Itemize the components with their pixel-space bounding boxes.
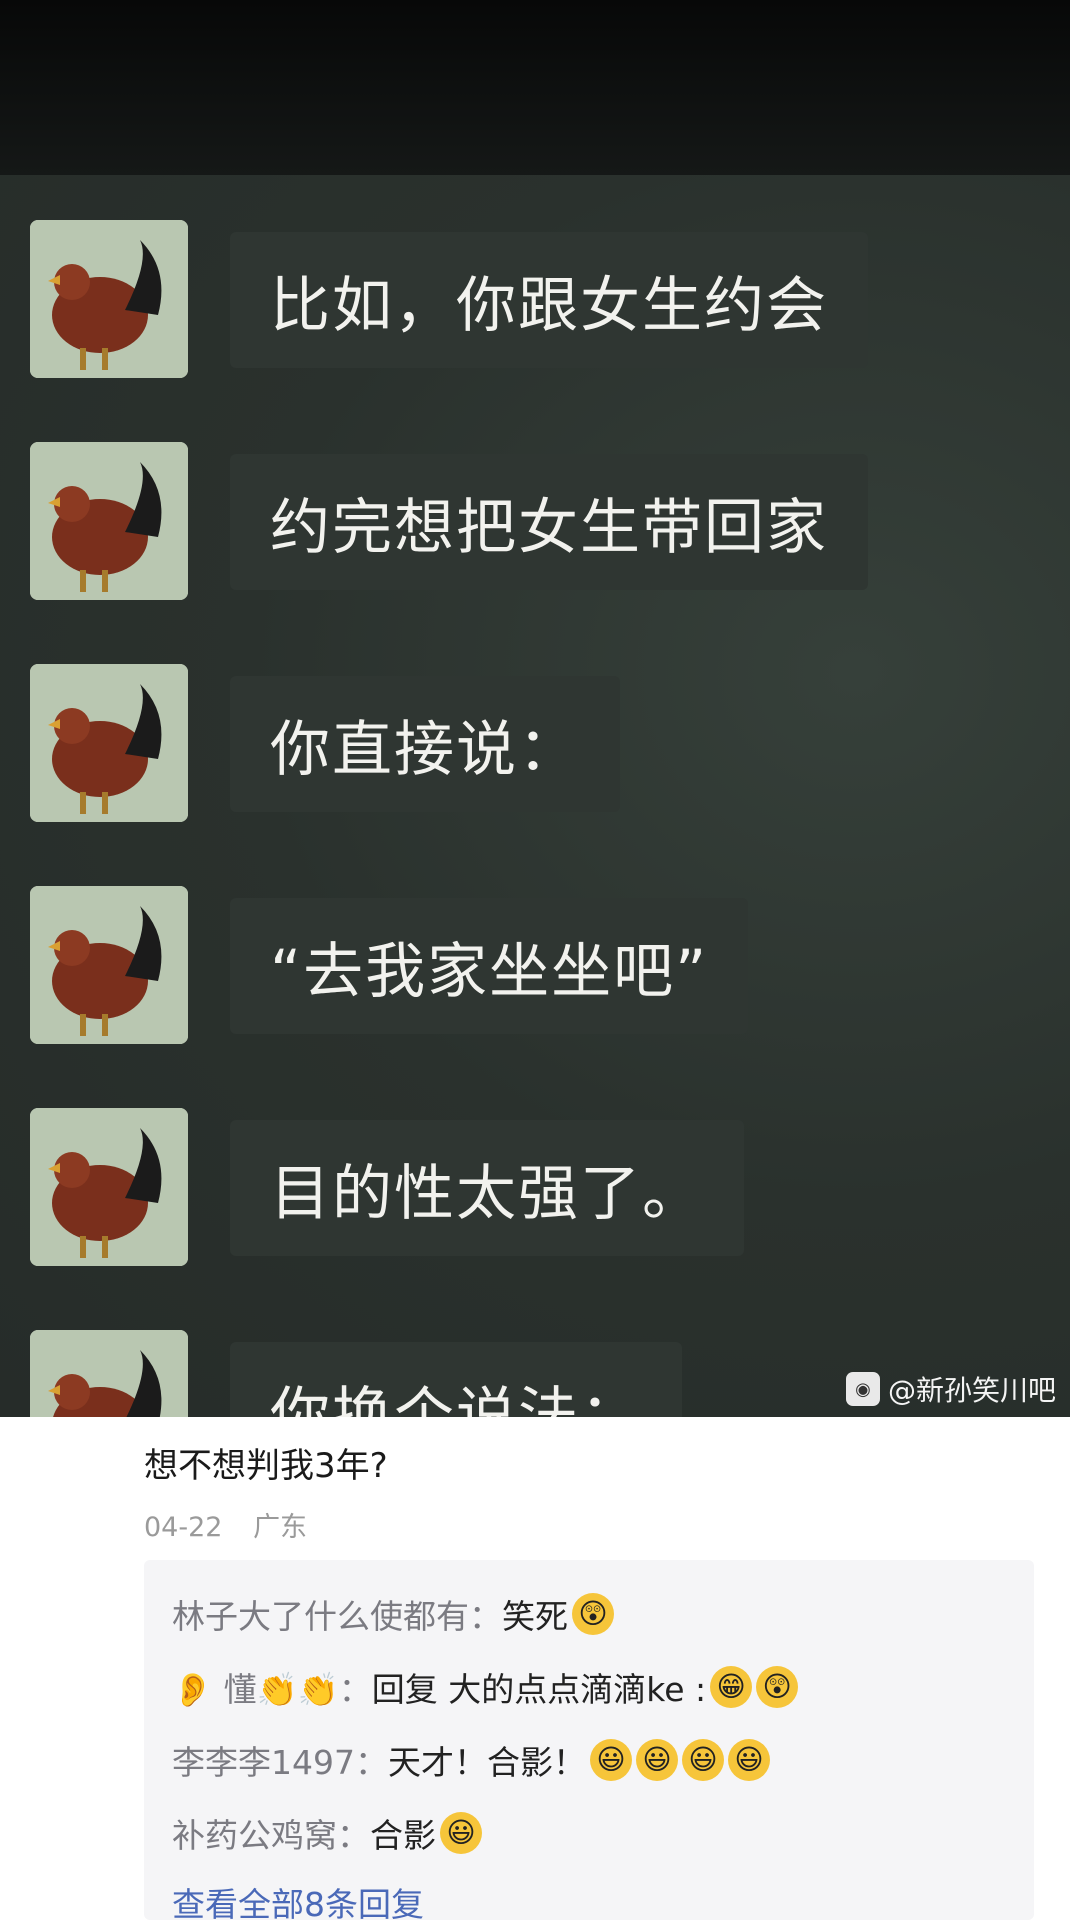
- reply-content: 笑死: [502, 1597, 568, 1636]
- comment-meta: 04-22 广东: [144, 1505, 307, 1544]
- grin-emoji: 😃: [727, 1739, 770, 1781]
- message-bubble: “去我家坐坐吧”: [230, 898, 749, 1034]
- reply-list: 林子大了什么使都有： 笑死 😲 👂 懂👏👏： 回复 大的点点滴滴ke : 😁 😲…: [144, 1560, 1034, 1924]
- rooster-avatar-icon: [30, 1330, 188, 1417]
- reply-author[interactable]: 李李李1497：: [172, 1736, 388, 1784]
- grin-emoji: 😃: [635, 1739, 678, 1781]
- reply-item[interactable]: 林子大了什么使都有： 笑死 😲: [172, 1590, 614, 1638]
- rooster-avatar-icon: [30, 664, 188, 822]
- reply-author[interactable]: 补药公鸡窝：: [172, 1809, 370, 1857]
- message-bubble: 约完想把女生带回家: [230, 454, 868, 590]
- reply-content: 天才！合影！: [387, 1743, 586, 1782]
- message-bubble: 你换个说法：: [230, 1342, 682, 1417]
- grin-emoji: 😃: [681, 1739, 724, 1781]
- chat-message: 约完想把女生带回家: [30, 442, 1030, 602]
- reply-author[interactable]: 林子大了什么使都有：: [172, 1590, 502, 1638]
- chat-message: 比如，你跟女生约会: [30, 220, 1030, 380]
- grinning-face-emoji: 😲: [756, 1666, 799, 1708]
- grinning-face-emoji: 😲: [572, 1593, 614, 1635]
- chat-message: 你直接说：: [30, 664, 1030, 824]
- grin-emoji: 😃: [589, 1739, 632, 1781]
- comment-location: 广东: [253, 1512, 308, 1543]
- rooster-avatar-icon: [30, 1108, 188, 1266]
- chat-message: “去我家坐坐吧”: [30, 886, 1030, 1046]
- dark-top-bar: [0, 0, 1070, 175]
- rooster-avatar-icon: [30, 220, 188, 378]
- reply-author[interactable]: 👂 懂👏👏：: [172, 1663, 372, 1711]
- reply-content: 回复 大的点点滴滴ke :: [371, 1670, 707, 1709]
- reply-item[interactable]: 补药公鸡窝： 合影 😃: [172, 1809, 482, 1857]
- grin-emoji: 😃: [440, 1812, 482, 1854]
- comment-date: 04-22: [144, 1512, 223, 1543]
- rooster-avatar-icon: [30, 442, 188, 600]
- watermark-text: @新孙笑川吧: [887, 1374, 1056, 1407]
- reply-item[interactable]: 李李李1497： 天才！合影！ 😃 😃 😃 😃: [172, 1736, 770, 1784]
- message-bubble: 目的性太强了。: [230, 1120, 744, 1256]
- watermark: ◉ @新孙笑川吧: [845, 1368, 1056, 1410]
- message-bubble: 比如，你跟女生约会: [230, 232, 868, 368]
- message-bubble: 你直接说：: [230, 676, 620, 812]
- chat-message: 目的性太强了。: [30, 1108, 1030, 1268]
- view-all-replies-link[interactable]: 查看全部8条回复: [172, 1878, 424, 1926]
- reply-content: 合影: [370, 1816, 436, 1855]
- camera-icon: ◉: [845, 1372, 880, 1406]
- rooster-avatar-icon: [30, 886, 188, 1044]
- screenshot-image: 比如，你跟女生约会 约完想把女生带回家 你直接说： “去我家坐坐吧” 目的性太强…: [0, 0, 1070, 1417]
- reply-item[interactable]: 👂 懂👏👏： 回复 大的点点滴滴ke : 😁 😲: [172, 1663, 799, 1711]
- comment-text: 想不想判我3年?: [144, 1446, 388, 1486]
- smiling-face-emoji: 😁: [710, 1666, 753, 1708]
- chat-panel: 比如，你跟女生约会 约完想把女生带回家 你直接说： “去我家坐坐吧” 目的性太强…: [0, 175, 1070, 1417]
